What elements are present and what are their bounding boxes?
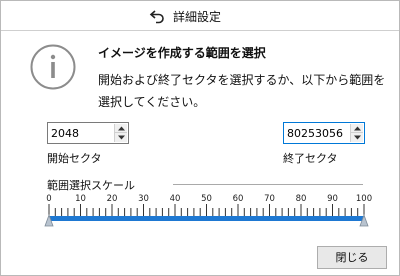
tick-label: 50: [201, 194, 212, 204]
caret-down-icon: [354, 135, 361, 140]
back-arrow-icon[interactable]: [149, 8, 165, 24]
tick-label: 30: [138, 194, 149, 204]
end-sector-increment-button[interactable]: [351, 124, 363, 133]
tick-label: 10: [75, 194, 86, 204]
title-bar: 詳細設定: [1, 1, 399, 31]
range-scale[interactable]: 0 10 20 30 40 50 60 70 80 90 100: [41, 191, 381, 231]
caret-down-icon: [118, 135, 125, 140]
advanced-settings-dialog: 詳細設定 イメージを作成する範囲を選択 開始および終了セクタを選択するか、以下か…: [0, 0, 400, 276]
end-sector-label: 終了セクタ: [283, 152, 338, 165]
tick-label: 80: [296, 194, 307, 204]
dialog-heading: イメージを作成する範囲を選択: [98, 46, 266, 60]
caret-up-icon: [118, 126, 125, 131]
tick-label: 70: [264, 194, 275, 204]
tick-label: 20: [107, 194, 118, 204]
window-title: 詳細設定: [173, 10, 222, 24]
end-sector-decrement-button[interactable]: [351, 133, 363, 142]
tick-label: 100: [356, 194, 372, 204]
start-sector-stepper[interactable]: [114, 124, 127, 142]
caret-up-icon: [354, 126, 361, 131]
close-button[interactable]: 閉じる: [317, 246, 387, 269]
selected-range-fill: [49, 216, 364, 221]
start-sector-increment-button[interactable]: [115, 124, 127, 133]
range-scale-divider: [173, 184, 363, 185]
start-sector-decrement-button[interactable]: [115, 133, 127, 142]
start-sector-input[interactable]: [50, 124, 112, 142]
dialog-description: 開始および終了セクタを選択するか、以下から範囲を選択してください。: [98, 73, 386, 109]
end-sector-spinbox[interactable]: [283, 122, 365, 144]
end-sector-stepper[interactable]: [350, 124, 363, 142]
end-sector-input[interactable]: [286, 124, 348, 142]
tick-label: 40: [170, 194, 181, 204]
tick-label: 0: [46, 194, 51, 204]
start-sector-spinbox[interactable]: [47, 122, 129, 144]
start-sector-label: 開始セクタ: [47, 152, 102, 165]
tick-label: 90: [327, 194, 338, 204]
tick-label: 60: [233, 194, 244, 204]
info-icon: [30, 44, 76, 90]
